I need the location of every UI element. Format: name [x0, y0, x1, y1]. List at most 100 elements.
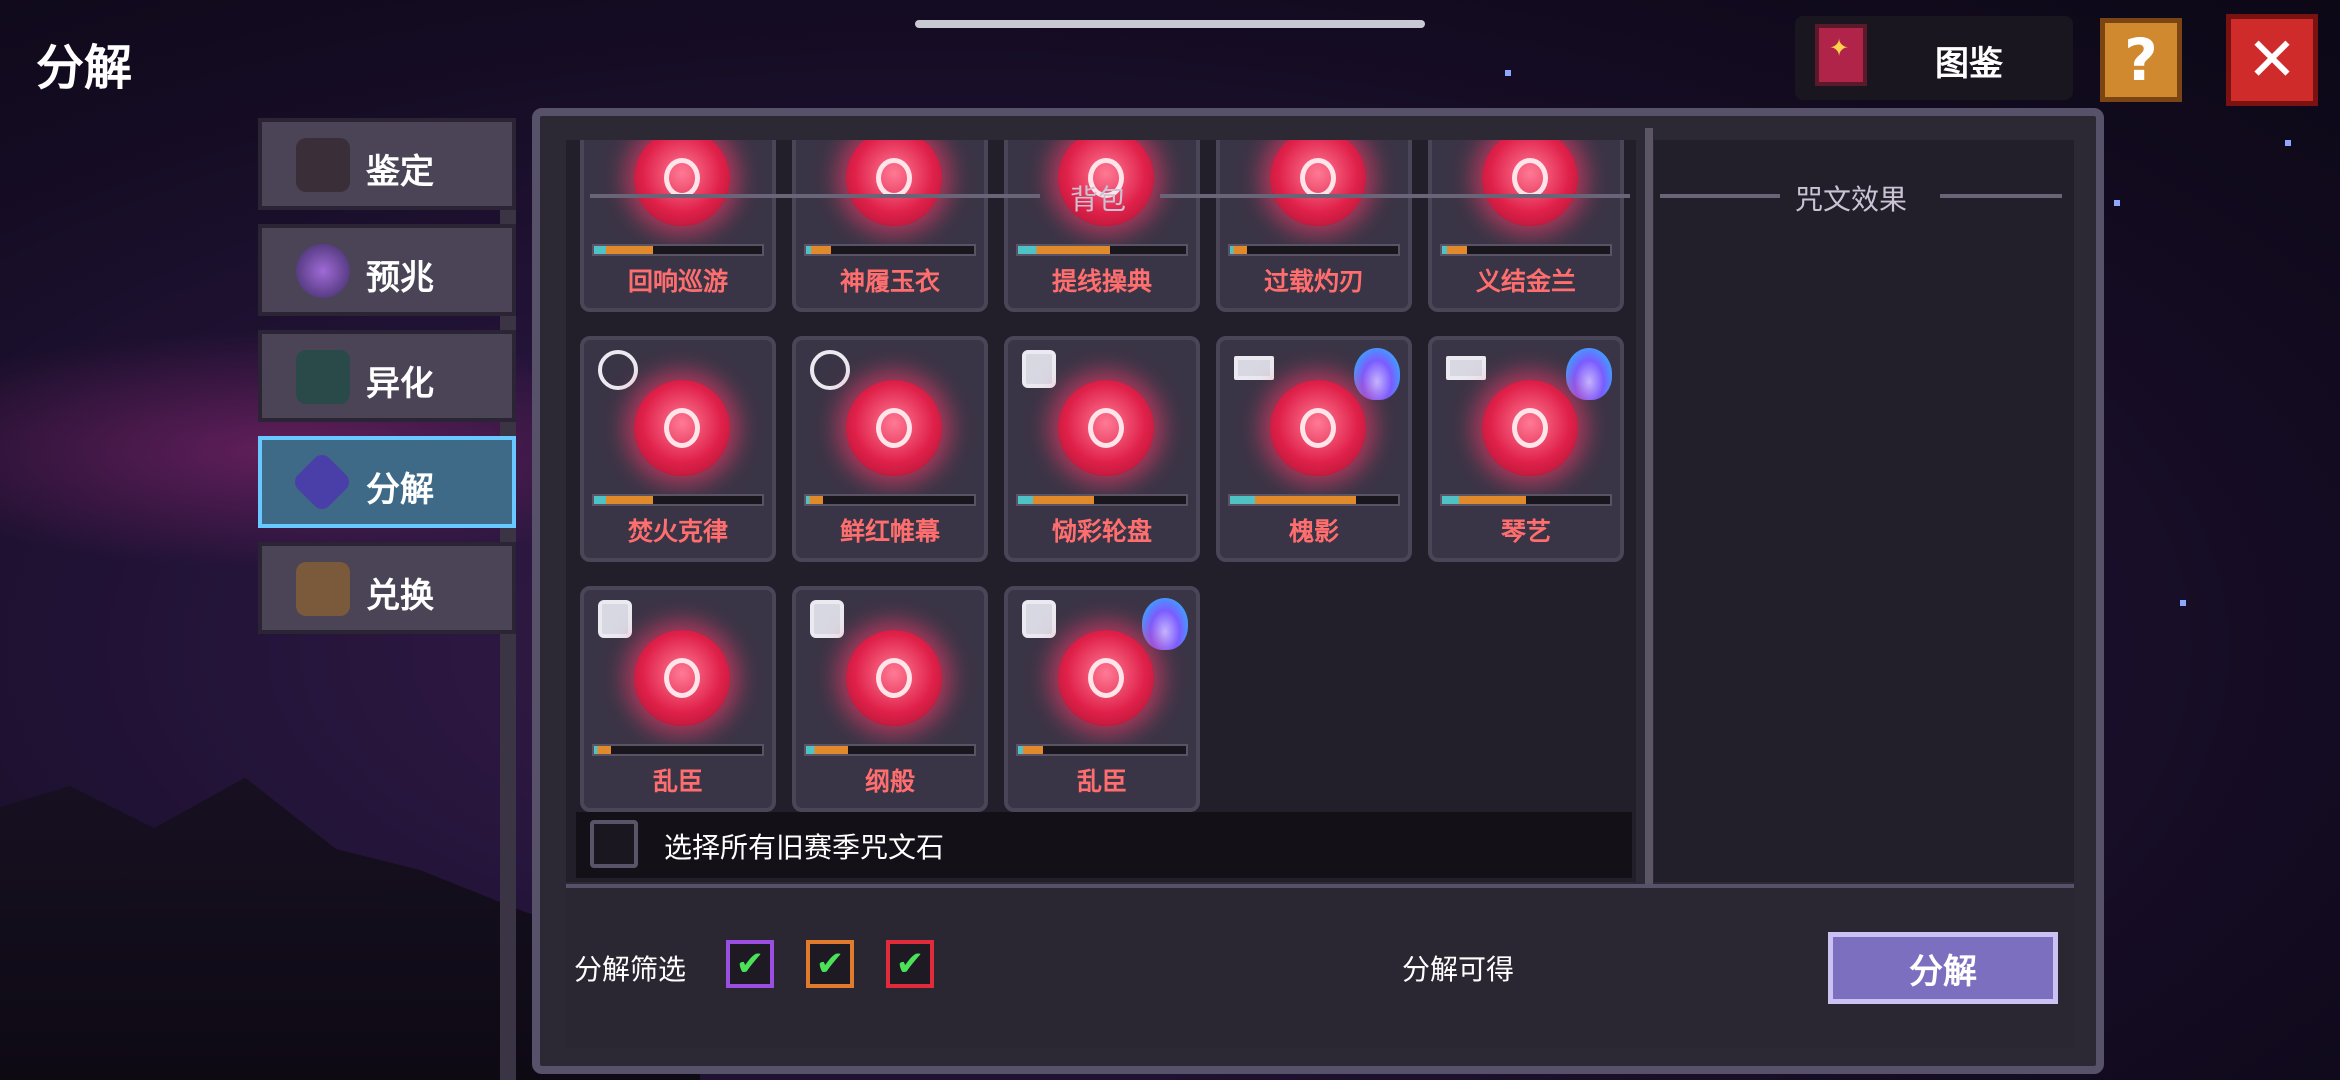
- rune-name: 焚火克律: [627, 517, 728, 546]
- filter-label: 分解筛选: [574, 953, 687, 986]
- armor-slot-icon: [1022, 350, 1056, 388]
- rune-card[interactable]: 提线操典: [1004, 140, 1200, 312]
- rune-stone-icon: [1270, 140, 1366, 226]
- rune-progress-bar: [1016, 744, 1188, 756]
- rune-card[interactable]: 神履玉衣: [792, 140, 988, 312]
- divider-line: [1940, 194, 2062, 198]
- filter-purple-checkbox[interactable]: ✔: [726, 940, 774, 988]
- star: [2180, 600, 2186, 606]
- rune-card[interactable]: 乱臣: [580, 586, 776, 812]
- sidebar-item-appraise[interactable]: 鉴定: [258, 118, 516, 210]
- select-all-bar: 选择所有旧赛季咒文石: [576, 812, 1632, 878]
- sword-slot-icon: [1234, 356, 1274, 380]
- rune-progress-fill: [1442, 496, 1526, 504]
- rune-progress-fill: [1018, 246, 1111, 254]
- rune-card[interactable]: 过载灼刃: [1216, 140, 1412, 312]
- filter-red-checkbox[interactable]: ✔: [886, 940, 934, 988]
- page-title: 分解: [36, 40, 133, 96]
- rune-card[interactable]: 槐影: [1216, 336, 1412, 562]
- rune-name: 槐影: [1288, 517, 1339, 546]
- sword-slot-icon: [1446, 356, 1486, 380]
- decompose-crystal-icon: [290, 450, 354, 514]
- panel-divider: [1645, 128, 1653, 888]
- rune-name: 提线操典: [1051, 267, 1152, 296]
- spirit-flame-icon: [1142, 598, 1188, 650]
- rune-stone-icon: [634, 140, 730, 226]
- sidebar-item-label: 鉴定: [366, 152, 434, 192]
- armor-slot-icon: [1022, 600, 1056, 638]
- spirit-flame-icon: [1566, 348, 1612, 400]
- rune-progress-fill: [806, 246, 832, 254]
- divider-line: [590, 194, 1040, 198]
- rune-card[interactable]: 纲般: [792, 586, 988, 812]
- rune-progress-fill: [806, 746, 848, 754]
- effect-panel-title: 咒文效果: [1795, 183, 1908, 216]
- rune-name: 恸彩轮盘: [1051, 517, 1152, 546]
- rune-stone-icon: [634, 630, 730, 726]
- rune-stone-icon: [1482, 140, 1578, 226]
- star: [1505, 70, 1511, 76]
- rune-stone-icon: [846, 140, 942, 226]
- sidebar-item-omen[interactable]: 预兆: [258, 224, 516, 316]
- rune-progress-bar: [804, 744, 976, 756]
- codex-book-icon: [1815, 24, 1867, 86]
- omen-orb-icon: [296, 244, 350, 298]
- divider-line: [1160, 194, 1630, 198]
- rune-progress-fill: [1230, 496, 1356, 504]
- rune-card[interactable]: 鲜红帷幕: [792, 336, 988, 562]
- rune-progress-bar: [592, 744, 764, 756]
- rune-progress-bar: [1440, 494, 1612, 506]
- check-icon: ✔: [735, 944, 765, 984]
- rune-card[interactable]: 恸彩轮盘: [1004, 336, 1200, 562]
- rune-progress-bar: [804, 494, 976, 506]
- inventory-grid[interactable]: 回响巡游 神履玉衣 提线操典 过载灼刃 义结金兰 焚火克律 鲜红帷幕 恸彩轮盘 槐影 琴艺 乱臣 纲般…: [566, 140, 1636, 882]
- rune-progress-fill: [594, 746, 611, 754]
- armor-slot-icon: [598, 600, 632, 638]
- mutation-icon: [296, 350, 350, 404]
- sidebar-item-label: 分解: [366, 470, 434, 510]
- star: [2114, 200, 2120, 206]
- rune-stone-icon: [1270, 380, 1366, 476]
- rune-progress-fill: [1018, 496, 1094, 504]
- ring-slot-icon: [598, 350, 638, 390]
- rune-stone-icon: [634, 380, 730, 476]
- rune-name: 纲般: [864, 767, 915, 796]
- rune-card[interactable]: 义结金兰: [1428, 140, 1624, 312]
- rune-card[interactable]: 焚火克律: [580, 336, 776, 562]
- close-button[interactable]: ✕: [2226, 14, 2318, 106]
- sidebar-item-decompose[interactable]: 分解: [258, 436, 516, 528]
- armor-slot-icon: [810, 600, 844, 638]
- rune-progress-fill: [594, 496, 653, 504]
- exchange-chest-icon: [296, 562, 350, 616]
- rune-card[interactable]: 乱臣: [1004, 586, 1200, 812]
- ring-slot-icon: [810, 350, 850, 390]
- rune-name: 过载灼刃: [1263, 267, 1364, 296]
- sidebar-item-mutation[interactable]: 异化: [258, 330, 516, 422]
- decompose-button[interactable]: 分解: [1828, 932, 2058, 1004]
- rune-card[interactable]: 琴艺: [1428, 336, 1624, 562]
- rune-progress-fill: [806, 496, 823, 504]
- rune-effect-panel: [1654, 140, 2074, 882]
- help-button[interactable]: ?: [2100, 18, 2182, 102]
- rune-progress-fill: [1230, 246, 1247, 254]
- check-icon: ✔: [895, 944, 925, 984]
- select-all-checkbox[interactable]: [590, 820, 638, 868]
- rune-name: 鲜红帷幕: [839, 517, 940, 546]
- filter-orange-checkbox[interactable]: ✔: [806, 940, 854, 988]
- select-all-label: 选择所有旧赛季咒文石: [664, 831, 945, 864]
- rune-progress-bar: [1228, 494, 1400, 506]
- rune-name: 乱臣: [652, 767, 703, 796]
- rune-stone-icon: [1058, 380, 1154, 476]
- sidebar-item-label: 兑换: [366, 576, 434, 616]
- top-grabber[interactable]: [915, 20, 1425, 28]
- spirit-flame-icon: [1354, 348, 1400, 400]
- rune-name: 义结金兰: [1475, 267, 1576, 296]
- rune-progress-bar: [1016, 494, 1188, 506]
- divider-line: [1660, 194, 1780, 198]
- sidebar-item-exchange[interactable]: 兑换: [258, 542, 516, 634]
- rune-card[interactable]: 回响巡游: [580, 140, 776, 312]
- rune-progress-bar: [592, 244, 764, 256]
- rune-progress-bar: [804, 244, 976, 256]
- rune-name: 琴艺: [1500, 517, 1551, 546]
- codex-button[interactable]: 图鉴: [1795, 16, 2073, 100]
